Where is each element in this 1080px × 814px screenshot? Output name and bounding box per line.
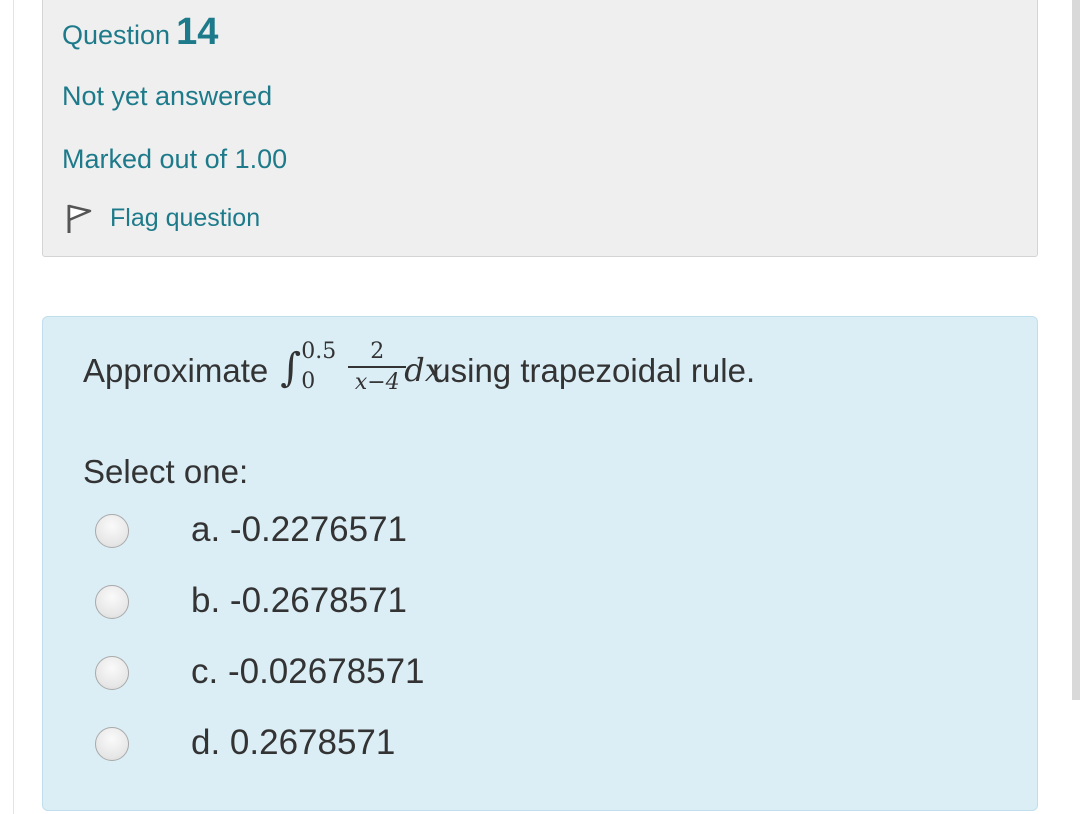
option-a-label[interactable]: a. -0.2276571 bbox=[191, 510, 407, 550]
question-state: Not yet answered bbox=[62, 81, 273, 111]
question-text: Approximate ∫ 0.5 0 2 x−4 dx using trape… bbox=[83, 339, 756, 399]
question-label: Question bbox=[62, 20, 171, 50]
question-content-panel: Approximate ∫ 0.5 0 2 x−4 dx using trape… bbox=[42, 316, 1038, 811]
radio-unchecked-icon[interactable] bbox=[95, 656, 129, 690]
option-d-label[interactable]: d. 0.2678571 bbox=[191, 723, 395, 763]
quiz-page: Question 14 Not yet answered Marked out o… bbox=[0, 0, 1080, 814]
question-prefix: Approximate bbox=[83, 352, 269, 389]
option-d[interactable]: d. 0.2678571 bbox=[95, 723, 795, 794]
question-grade: Marked out of 1.00 bbox=[62, 144, 288, 174]
radio-unchecked-icon[interactable] bbox=[95, 585, 129, 619]
fraction-denominator: x−4 bbox=[354, 370, 400, 395]
scrollbar[interactable] bbox=[1072, 0, 1080, 700]
fraction-bar bbox=[348, 366, 407, 368]
radio-unchecked-icon[interactable] bbox=[95, 727, 129, 761]
select-one-prompt: Select one: bbox=[83, 453, 249, 490]
flag-question-label: Flag question bbox=[110, 203, 261, 232]
integral-formula: ∫ 0.5 0 2 x−4 dx bbox=[276, 339, 443, 399]
flag-question-button[interactable]: Flag question bbox=[62, 201, 260, 235]
question-number: 14 bbox=[176, 11, 219, 53]
question-heading: Question 14 bbox=[62, 11, 218, 54]
fraction-numerator: 2 bbox=[370, 339, 385, 364]
answer-options: a. -0.2276571 b. -0.2678571 c. -0.026785… bbox=[95, 510, 795, 794]
flag-icon bbox=[67, 204, 92, 233]
question-suffix: using trapezoidal rule. bbox=[432, 352, 756, 389]
radio-unchecked-icon[interactable] bbox=[95, 514, 129, 548]
option-b-label[interactable]: b. -0.2678571 bbox=[191, 581, 407, 621]
option-a[interactable]: a. -0.2276571 bbox=[95, 510, 795, 581]
lower-limit: 0 bbox=[301, 369, 316, 394]
upper-limit: 0.5 bbox=[301, 339, 337, 364]
differential: dx bbox=[404, 351, 443, 389]
option-c-label[interactable]: c. -0.02678571 bbox=[191, 652, 425, 692]
option-c[interactable]: c. -0.02678571 bbox=[95, 652, 795, 723]
page-left-border bbox=[13, 0, 14, 814]
integrand-fraction: 2 x−4 bbox=[348, 339, 407, 395]
integral-sign: ∫ bbox=[280, 345, 302, 391]
question-info-panel: Question 14 Not yet answered Marked out o… bbox=[42, 0, 1038, 257]
option-b[interactable]: b. -0.2678571 bbox=[95, 581, 795, 652]
